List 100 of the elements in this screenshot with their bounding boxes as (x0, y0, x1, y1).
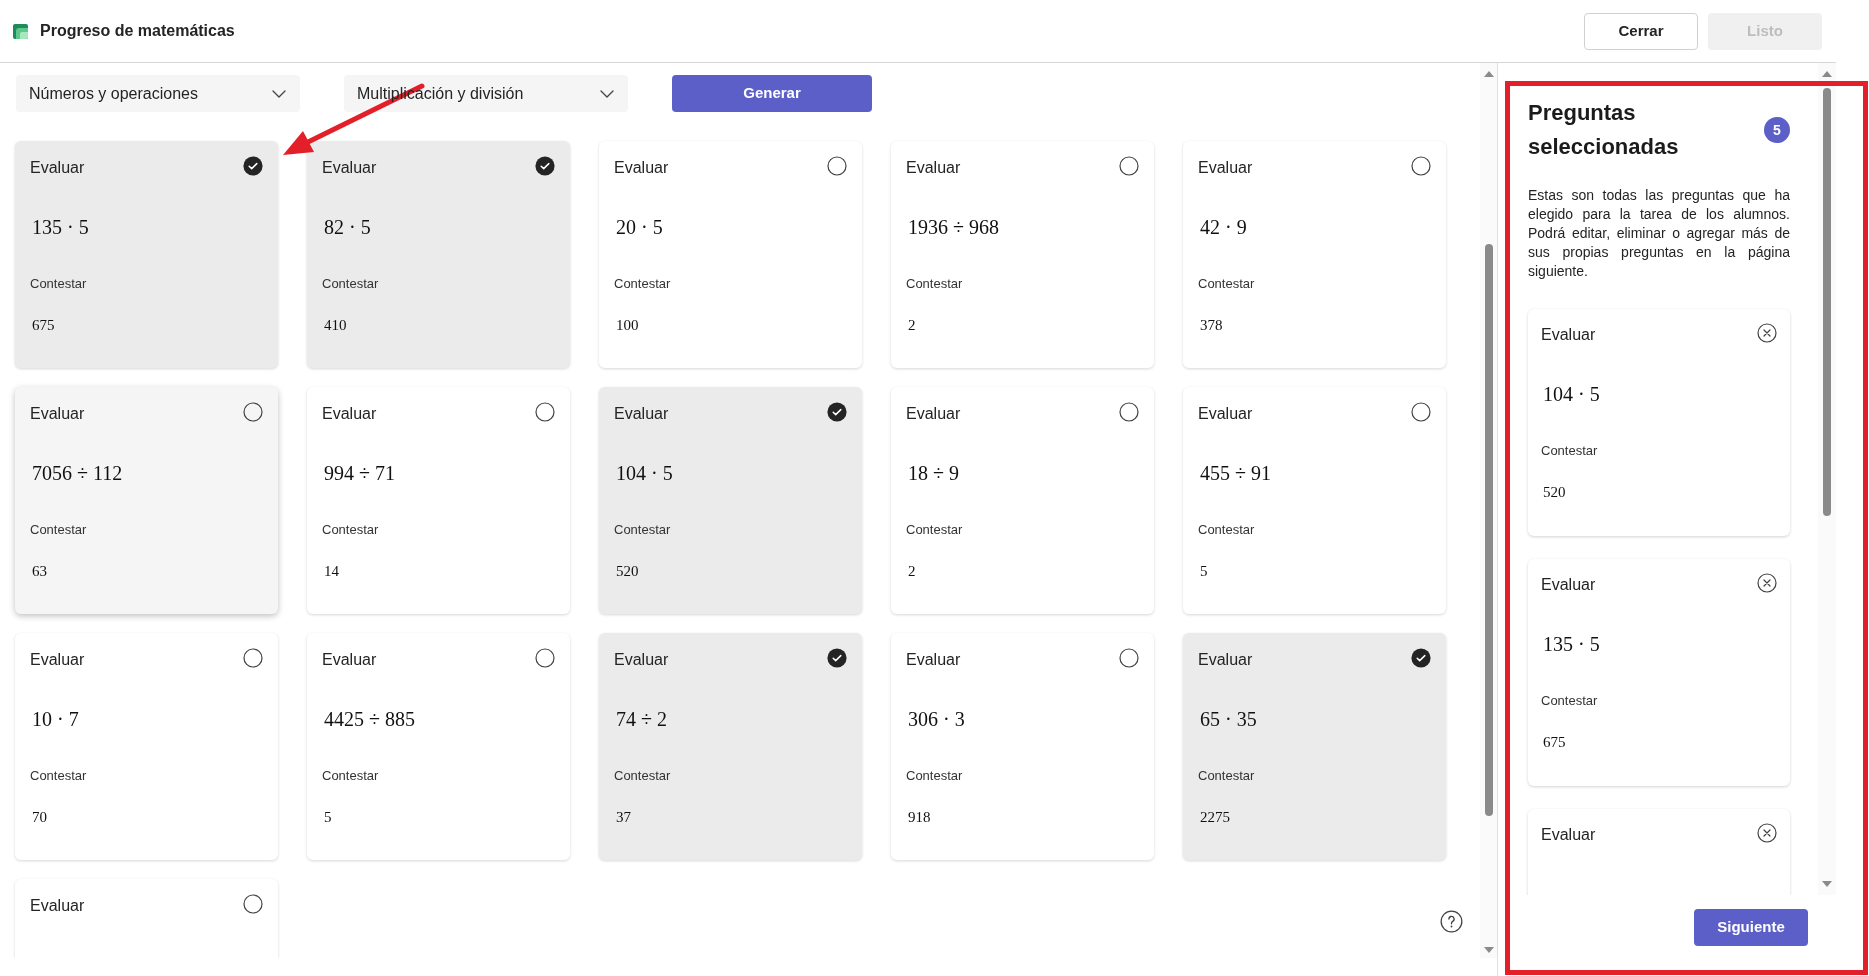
empty-circle-icon[interactable] (1119, 647, 1139, 668)
answer-label: Contestar (30, 275, 87, 293)
answer-value: 675 (32, 316, 55, 335)
panel-description: Estas son todas las preguntas que ha elegido para la tarea de los alumnos. Podrá editar, eliminar o agregar más de sus propias preguntas en la página siguiente. (1528, 186, 1790, 281)
check-circle-icon[interactable] (243, 155, 263, 176)
empty-circle-icon[interactable] (827, 155, 847, 176)
scroll-down-icon[interactable] (1483, 947, 1494, 953)
header-button[interactable]: Cerrar (1584, 12, 1698, 50)
chevron-down-icon (600, 89, 614, 98)
empty-circle-icon[interactable] (535, 647, 555, 668)
math-expression: 135 · 5 (1543, 632, 1600, 657)
prompt-label: Evaluar (322, 650, 377, 670)
prompt-label: Evaluar (322, 404, 377, 424)
answer-label: Contestar (1198, 767, 1255, 785)
empty-circle-icon[interactable] (535, 401, 555, 422)
question-card[interactable]: Evaluar 1936 ÷ 968 Contestar 2 (891, 141, 1154, 368)
question-card[interactable]: Evaluar 7056 ÷ 112 Contestar 63 (15, 387, 278, 614)
remove-icon[interactable] (1757, 572, 1777, 593)
count-badge: 5 (1764, 117, 1790, 143)
math-expression: 135 · 5 (32, 215, 89, 240)
scroll-up-icon[interactable] (1483, 71, 1494, 77)
question-card[interactable]: Evaluar 82 · 5 Contestar 410 (307, 141, 570, 368)
prompt-label: Evaluar (30, 404, 85, 424)
answer-label: Contestar (322, 275, 379, 293)
app-title: Progreso de matemáticas (40, 21, 235, 41)
empty-circle-icon[interactable] (243, 893, 263, 914)
question-card[interactable]: Evaluar 135 · 5 Contestar 675 (15, 141, 278, 368)
math-expression: 455 ÷ 91 (1200, 461, 1271, 486)
question-card[interactable]: Evaluar 994 ÷ 71 Contestar 14 (307, 387, 570, 614)
math-expression: 82 · 5 (324, 215, 371, 240)
question-card[interactable]: Evaluar (15, 879, 278, 958)
help-icon[interactable] (1440, 910, 1463, 933)
question-card[interactable]: Evaluar 65 · 35 Contestar 2275 (1183, 633, 1446, 860)
prompt-label: Evaluar (1198, 158, 1253, 178)
answer-label: Contestar (906, 767, 963, 785)
scroll-down-icon[interactable] (1822, 881, 1832, 887)
answer-value: 520 (1543, 483, 1566, 502)
panel-heading: Preguntas seleccionadas (1528, 99, 1680, 161)
prompt-label: Evaluar (906, 158, 961, 178)
check-circle-icon[interactable] (827, 647, 847, 668)
answer-value: 100 (616, 316, 639, 335)
answer-label: Contestar (30, 767, 87, 785)
answer-value: 5 (1200, 562, 1208, 581)
prompt-label: Evaluar (1198, 404, 1253, 424)
answer-label: Contestar (614, 767, 671, 785)
remove-icon[interactable] (1757, 822, 1777, 843)
answer-label: Contestar (906, 521, 963, 539)
answer-label: Contestar (1541, 442, 1598, 460)
question-card[interactable]: Evaluar 4425 ÷ 885 Contestar 5 (307, 633, 570, 860)
question-card[interactable]: Evaluar 18 ÷ 9 Contestar 2 (891, 387, 1154, 614)
scrollbar-thumb[interactable] (1823, 88, 1831, 516)
prompt-label: Evaluar (30, 896, 85, 916)
empty-circle-icon[interactable] (243, 647, 263, 668)
answer-value: 2275 (1200, 808, 1230, 827)
math-expression: 104 · 5 (616, 461, 673, 486)
remove-icon[interactable] (1757, 322, 1777, 343)
prompt-label: Evaluar (1541, 825, 1596, 845)
answer-label: Contestar (30, 521, 87, 539)
prompt-label: Evaluar (614, 404, 669, 424)
check-circle-icon[interactable] (827, 401, 847, 422)
math-expression: 65 · 35 (1200, 707, 1257, 732)
answer-value: 378 (1200, 316, 1223, 335)
dropdown[interactable]: Números y operaciones (16, 75, 300, 112)
answer-value: 918 (908, 808, 931, 827)
math-expression: 1936 ÷ 968 (908, 215, 999, 240)
prompt-label: Evaluar (322, 158, 377, 178)
question-card[interactable]: Evaluar 42 · 9 Contestar 378 (1183, 141, 1446, 368)
generate-button[interactable]: Generar (672, 75, 872, 112)
scroll-up-icon[interactable] (1822, 71, 1832, 77)
prompt-label: Evaluar (614, 650, 669, 670)
prompt-label: Evaluar (614, 158, 669, 178)
answer-label: Contestar (1541, 692, 1598, 710)
question-card[interactable]: Evaluar 306 · 3 Contestar 918 (891, 633, 1154, 860)
math-expression: 994 ÷ 71 (324, 461, 395, 486)
empty-circle-icon[interactable] (1119, 155, 1139, 176)
answer-value: 37 (616, 808, 631, 827)
math-expression: 10 · 7 (32, 707, 79, 732)
empty-circle-icon[interactable] (1411, 401, 1431, 422)
empty-circle-icon[interactable] (1119, 401, 1139, 422)
next-button[interactable]: Siguiente (1694, 909, 1808, 946)
scrollbar-thumb[interactable] (1484, 244, 1493, 816)
prompt-label: Evaluar (30, 650, 85, 670)
empty-circle-icon[interactable] (1411, 155, 1431, 176)
answer-label: Contestar (322, 767, 379, 785)
question-card[interactable]: Evaluar 20 · 5 Contestar 100 (599, 141, 862, 368)
check-circle-icon[interactable] (535, 155, 555, 176)
question-card[interactable]: Evaluar 10 · 7 Contestar 70 (15, 633, 278, 860)
answer-value: 2 (908, 316, 916, 335)
answer-value: 63 (32, 562, 47, 581)
prompt-label: Evaluar (906, 650, 961, 670)
app-logo-icon (13, 23, 28, 39)
math-expression: 104 · 5 (1543, 382, 1600, 407)
question-card[interactable]: Evaluar 74 ÷ 2 Contestar 37 (599, 633, 862, 860)
question-card[interactable]: Evaluar 104 · 5 Contestar 520 (599, 387, 862, 614)
question-card[interactable]: Evaluar 455 ÷ 91 Contestar 5 (1183, 387, 1446, 614)
prompt-label: Evaluar (1198, 650, 1253, 670)
check-circle-icon[interactable] (1411, 647, 1431, 668)
empty-circle-icon[interactable] (243, 401, 263, 422)
answer-value: 520 (616, 562, 639, 581)
math-expression: 18 ÷ 9 (908, 461, 959, 486)
